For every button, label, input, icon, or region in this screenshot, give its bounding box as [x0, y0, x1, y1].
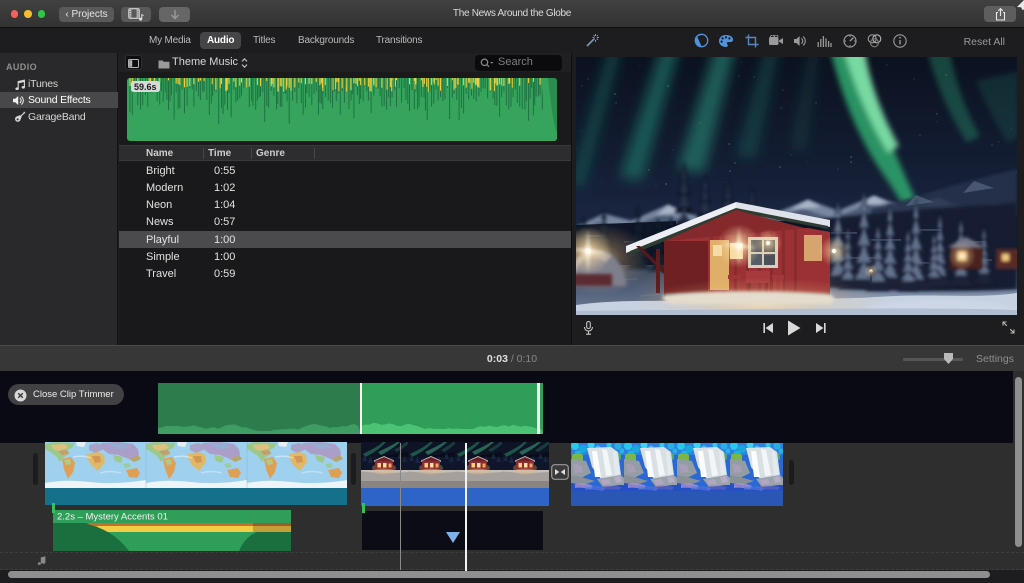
svg-text:2.2s – Mystery Accents 01: 2.2s – Mystery Accents 01: [57, 512, 168, 523]
